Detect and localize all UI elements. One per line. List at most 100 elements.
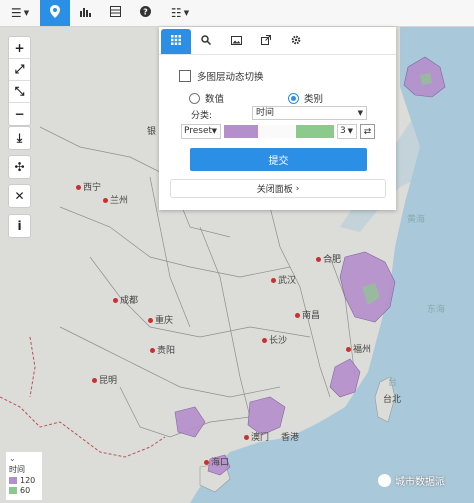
watermark-text: 城市数据派 (395, 477, 445, 488)
color-ramp[interactable] (224, 125, 334, 138)
legend-item: 60 (9, 486, 39, 495)
radio-numeric-label: 数值 (205, 94, 225, 105)
city-dot (150, 348, 155, 353)
class-count-select[interactable]: 3 ▼ (337, 124, 357, 139)
radio-category-option[interactable]: 类别 (288, 91, 323, 105)
chevron-right-icon: › (295, 183, 300, 194)
city-dot (316, 257, 321, 262)
city-label-wuhan: 武汉 (271, 273, 296, 286)
map-tools-group: + ⤢ ⤡ − (8, 36, 31, 126)
city-label-changsha: 长沙 (262, 333, 287, 346)
submit-button[interactable]: 提交 (190, 148, 367, 171)
clear-group: ✕ (8, 184, 31, 208)
measure-button[interactable]: ⤡ (9, 81, 30, 103)
city-label-chongqing: 重庆 (148, 313, 173, 326)
city-dot (204, 460, 209, 465)
location-button[interactable] (40, 0, 70, 26)
radio-numeric-option[interactable]: 数值 (189, 91, 224, 105)
legend-item: 120 (9, 476, 39, 485)
city-label-lanzhou: 兰州 (103, 193, 128, 206)
list-menu-button[interactable]: ☷ ▼ (160, 0, 200, 26)
table-button[interactable] (100, 0, 130, 26)
ramp-end-swatch[interactable] (296, 125, 334, 138)
city-dot (346, 347, 351, 352)
city-label-hongkong: 香港 (281, 433, 300, 443)
sea-label-donghai: 东海 (427, 305, 446, 315)
grid-icon (171, 35, 181, 48)
city-dot (92, 378, 97, 383)
close-panel-label: 关闭面板 (256, 185, 293, 195)
map-legend: ⌄ 时间 120 60 (6, 452, 42, 500)
menu-button[interactable]: ☰ ▼ (0, 0, 40, 26)
gear-icon (291, 35, 301, 48)
city-label-kunming: 昆明 (92, 373, 117, 386)
watermark: 城市数据派 (378, 473, 445, 488)
swap-colors-button[interactable]: ⇄ (360, 124, 375, 139)
tab-image[interactable] (221, 29, 251, 54)
help-button[interactable]: ? (130, 0, 160, 26)
tab-share[interactable] (251, 29, 281, 54)
tab-settings[interactable] (281, 29, 311, 54)
share-icon (261, 35, 271, 48)
multi-layer-option[interactable]: 多图层动态切换 (179, 69, 264, 83)
city-dot (103, 198, 108, 203)
crosshair-button[interactable]: ✣ (9, 156, 30, 178)
clear-button[interactable]: ✕ (9, 185, 30, 207)
city-label-chengdu: 成都 (113, 293, 138, 306)
legend-item-label: 120 (20, 476, 36, 485)
legend-swatch (9, 477, 17, 484)
zoom-out-button[interactable]: − (9, 103, 30, 125)
download-button[interactable]: ⤓ (9, 127, 30, 149)
preset-select[interactable]: Preset ▼ (181, 124, 221, 139)
class-count-value: 3 (340, 126, 346, 136)
search-icon (201, 35, 212, 48)
menu-icon: ☰ (10, 6, 22, 20)
chevron-down-icon: ▼ (347, 127, 353, 135)
city-label-fuzhou: 福州 (346, 342, 371, 355)
city-label-taibei: 台北 (383, 395, 402, 405)
legend-item-label: 60 (20, 486, 31, 495)
city-dot (262, 338, 267, 343)
table-icon (109, 6, 121, 20)
chevron-down-icon: ▼ (23, 9, 30, 17)
submit-label: 提交 (268, 156, 289, 167)
city-dot (148, 318, 153, 323)
city-label-macau: 澳门 (244, 430, 269, 443)
chart-button[interactable] (70, 0, 100, 26)
city-dot (271, 278, 276, 283)
multi-layer-checkbox[interactable] (179, 70, 191, 82)
city-dot (76, 185, 81, 190)
classify-label: 分类: (191, 111, 213, 121)
tab-grid[interactable] (161, 29, 191, 54)
zoom-in-button[interactable]: + (9, 37, 30, 59)
ramp-start-swatch[interactable] (224, 125, 258, 138)
layer-panel: 多图层动态切换 数值 类别 分类: 时间 ▼ Preset ▼ 3 ▼ ⇄ 提交… (159, 27, 396, 210)
top-toolbar: ☰ ▼ ? ☷ ▼ (0, 0, 474, 27)
chevron-down-icon: ▼ (183, 9, 190, 17)
chevron-down-icon: ▼ (357, 109, 363, 117)
chevron-down-icon: ▼ (211, 127, 217, 135)
bar-chart-icon (79, 6, 91, 20)
multi-layer-label: 多图层动态切换 (197, 72, 264, 83)
wechat-icon (378, 474, 391, 487)
radio-numeric[interactable] (189, 92, 200, 104)
close-panel-button[interactable]: 关闭面板 › (170, 179, 386, 198)
radio-category[interactable] (288, 92, 299, 104)
tab-search[interactable] (191, 29, 221, 54)
fullscreen-button[interactable]: ⤢ (9, 59, 30, 81)
city-label-nanchang: 南昌 (295, 308, 320, 321)
legend-title: 时间 (9, 465, 25, 474)
preset-select-value: Preset (184, 126, 213, 136)
city-label-hefei: 合肥 (316, 252, 341, 265)
info-button[interactable]: i (9, 215, 30, 237)
ramp-middle-swatch[interactable] (258, 125, 296, 138)
legend-collapse-icon[interactable]: ⌄ (9, 454, 39, 463)
region-label-tai: 台 (388, 378, 398, 388)
help-icon: ? (139, 6, 151, 20)
classify-select[interactable]: 时间 ▼ (252, 106, 367, 120)
city-dot (295, 313, 300, 318)
legend-swatch (9, 487, 17, 494)
radio-category-label: 类别 (304, 94, 324, 105)
sea-label-huanghai: 黄海 (407, 215, 426, 225)
city-label-haikou: 海口 (204, 455, 229, 468)
